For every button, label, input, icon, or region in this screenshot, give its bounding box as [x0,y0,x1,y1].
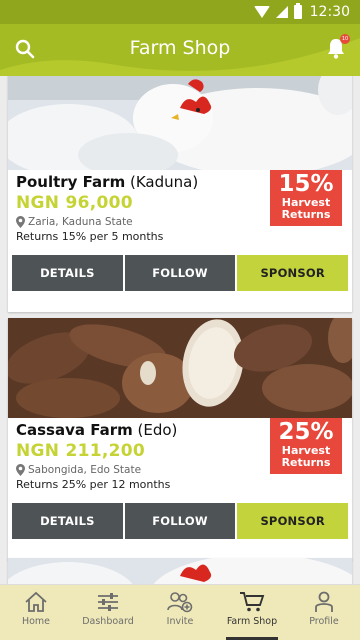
follow-button[interactable]: FOLLOW [124,503,236,539]
location-pin-icon [16,464,25,476]
nav-label: Farm Shop [226,616,278,627]
nav-home[interactable]: Home [0,585,72,640]
cart-icon [240,592,265,612]
badge-percentage: 15% [278,171,334,197]
sliders-icon [98,593,118,611]
battery-icon [293,3,302,19]
signal-icon [275,6,288,18]
location-pin-icon [16,216,25,228]
nav-label: Invite [166,616,194,627]
nav-farm-shop[interactable]: Farm Shop [216,585,288,640]
farm-photo-cassava [8,318,352,418]
status-bar: 12:30 [0,0,360,24]
follow-button[interactable]: FOLLOW [124,255,236,291]
farm-region: (Edo) [137,421,178,439]
farm-location: Zaria, Kaduna State [16,216,133,228]
wifi-icon [253,6,270,18]
nav-invite[interactable]: Invite [144,585,216,640]
badge-label-line2: Returns [281,456,331,469]
farm-price: NGN 96,000 [16,193,133,213]
page-title: Farm Shop [129,37,231,59]
badge-percentage: 25% [278,419,334,445]
farm-location: Sabongida, Edo State [16,464,141,476]
farm-returns: Returns 15% per 5 months [16,230,164,243]
details-button[interactable]: DETAILS [12,503,123,539]
farm-photo-poultry [8,76,352,170]
farm-price: NGN 211,200 [16,441,146,461]
nav-label: Profile [309,616,339,627]
invite-users-icon [167,592,193,613]
sponsor-button[interactable]: SPONSOR [237,503,349,539]
notification-badge: 10 [340,34,350,44]
nav-label: Home [21,616,51,627]
notifications-bell-icon[interactable]: 10 [326,34,350,63]
farm-region: (Kaduna) [130,173,199,191]
farm-location-text: Sabongida, Edo State [28,464,142,476]
card-actions: DETAILS FOLLOW SPONSOR [12,255,349,291]
nav-dashboard[interactable]: Dashboard [72,585,144,640]
details-button[interactable]: DETAILS [12,255,123,291]
farm-list[interactable]: Poultry Farm (Kaduna) NGN 96,000 Zaria, … [0,76,360,584]
nav-label: Dashboard [82,616,134,627]
farm-location-text: Zaria, Kaduna State [28,216,133,228]
farm-card[interactable] [8,558,352,584]
harvest-returns-badge: 15% Harvest Returns [270,170,342,226]
status-time: 12:30 [309,4,350,20]
sponsor-button[interactable]: SPONSOR [237,255,349,291]
farm-title: Poultry Farm (Kaduna) [16,173,198,191]
farm-card[interactable]: Cassava Farm (Edo) NGN 211,200 Sabongida… [8,318,352,560]
harvest-returns-badge: 25% Harvest Returns [270,418,342,474]
farm-name: Cassava Farm [16,421,133,439]
card-actions: DETAILS FOLLOW SPONSOR [12,503,349,539]
bottom-navigation: Home Dashboard Invite Farm Shop Profile [0,584,360,640]
profile-icon [315,591,333,612]
home-icon [25,591,47,612]
farm-name: Poultry Farm [16,173,126,191]
badge-label-line2: Returns [281,208,331,221]
farm-photo-poultry [8,558,352,584]
app-bar: Farm Shop 10 [0,24,360,76]
farm-card[interactable]: Poultry Farm (Kaduna) NGN 96,000 Zaria, … [8,76,352,312]
farm-returns: Returns 25% per 12 months [16,478,171,491]
nav-profile[interactable]: Profile [288,585,360,640]
farm-title: Cassava Farm (Edo) [16,421,177,439]
